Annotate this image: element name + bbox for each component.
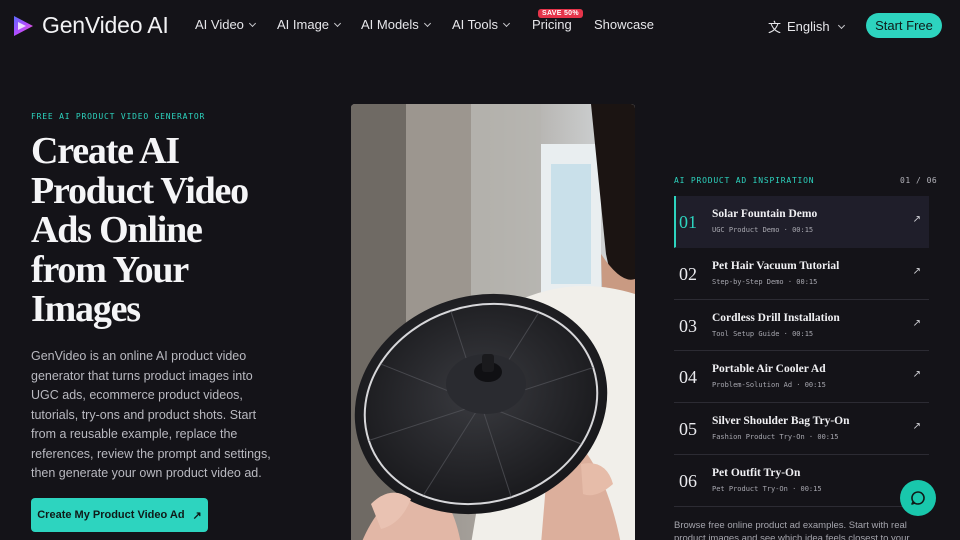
nav-ai-image-label: AI Image [277,17,330,32]
list-item[interactable]: 05 Silver Shoulder Bag Try-On Fashion Pr… [674,403,929,455]
arrow-up-right-icon: ↗ [912,369,921,381]
item-number: 05 [679,419,697,440]
hero-eyebrow: FREE AI PRODUCT VIDEO GENERATOR [31,112,206,121]
brand-name: GenVideo AI [42,12,169,38]
nav-ai-video-label: AI Video [195,17,244,32]
item-subtitle: Fashion Product Try-On · 00:15 [712,433,839,442]
item-subtitle: Pet Product Try-On · 00:15 [712,484,822,493]
chevron-down-icon [423,19,431,27]
item-title: Silver Shoulder Bag Try-On [712,415,850,428]
video-frame-illustration [351,104,635,540]
arrow-up-right-icon: ↗ [912,317,921,329]
item-subtitle: UGC Product Demo · 00:15 [712,226,814,234]
list-item[interactable]: 02 Pet Hair Vacuum Tutorial Step-by-Step… [674,248,929,300]
pricing-badge: SAVE 50% [538,9,583,18]
arrow-up-right-icon: ↗ [192,509,202,522]
nav-showcase[interactable]: Showcase [594,17,654,32]
chevron-down-icon [502,19,511,27]
top-nav: GenVideo AI AI Video AI Image AI Models … [0,0,960,52]
item-number: 04 [679,367,697,388]
item-subtitle: Tool Setup Guide · 00:15 [712,329,814,338]
item-title: Pet Outfit Try-On [712,466,801,479]
nav-showcase-label: Showcase [594,17,654,32]
item-subtitle: Problem-Solution Ad · 00:15 [712,381,826,390]
nav-ai-models-label: AI Models [361,17,419,32]
hero-title: Create AI Product Video Ads Online from … [31,130,249,330]
inspiration-list: 01 Solar Fountain Demo UGC Product Demo … [674,196,929,507]
list-item[interactable]: 06 Pet Outfit Try-On Pet Product Try-On … [674,455,929,507]
nav-ai-image[interactable]: AI Image [277,17,361,32]
nav-ai-tools[interactable]: AI Tools [452,17,532,32]
language-label: English [787,19,830,34]
chevron-down-icon [837,21,845,29]
inspiration-footer: Browse free online product ad examples. … [674,520,910,540]
hero-description: GenVideo is an online AI product video g… [31,349,271,480]
product-video[interactable] [351,104,635,540]
logo[interactable]: GenVideo AI [10,12,169,39]
arrow-up-right-icon: ↗ [912,214,921,225]
arrow-up-right-icon: ↗ [912,265,921,277]
nav-ai-tools-label: AI Tools [452,17,499,32]
chevron-down-icon [333,19,342,27]
nav-pricing[interactable]: Pricing [532,17,594,32]
inspiration-label: AI PRODUCT AD INSPIRATION [674,176,815,185]
item-title: Cordless Drill Installation [712,311,840,324]
start-free-button[interactable]: Start Free [866,13,942,38]
arrow-up-right-icon: ↗ [912,421,921,433]
nav-pricing-label: Pricing [532,17,572,32]
item-number: 06 [679,470,697,491]
list-item[interactable]: 04 Portable Air Cooler Ad Problem-Soluti… [674,351,929,404]
translate-icon: 文 [768,20,782,35]
inspiration-counter: 01 / 06 [900,176,938,185]
item-subtitle: Step-by-Step Demo · 00:15 [712,277,818,286]
chat-button[interactable] [900,480,936,516]
create-video-ad-button[interactable]: Create My Product Video Ad ↗ [31,498,208,532]
item-title: Pet Hair Vacuum Tutorial [712,259,840,272]
logo-icon [14,15,33,36]
list-item[interactable]: 01 Solar Fountain Demo UGC Product Demo … [674,196,929,248]
chat-bubble-icon [911,491,925,505]
item-title: Portable Air Cooler Ad [712,363,826,376]
main-menu: AI Video AI Image AI Models AI Tools Pri… [195,17,654,32]
chevron-down-icon [248,19,256,27]
nav-ai-models[interactable]: AI Models [361,17,452,32]
language-selector[interactable]: 文 English [768,17,845,36]
list-item[interactable]: 03 Cordless Drill Installation Tool Setu… [674,300,929,352]
item-title: Solar Fountain Demo [712,208,818,220]
cta-label: Create My Product Video Ad [37,509,185,521]
nav-ai-video[interactable]: AI Video [195,17,277,32]
item-number: 02 [679,263,697,284]
item-number: 01 [679,212,697,232]
item-number: 03 [679,315,697,336]
